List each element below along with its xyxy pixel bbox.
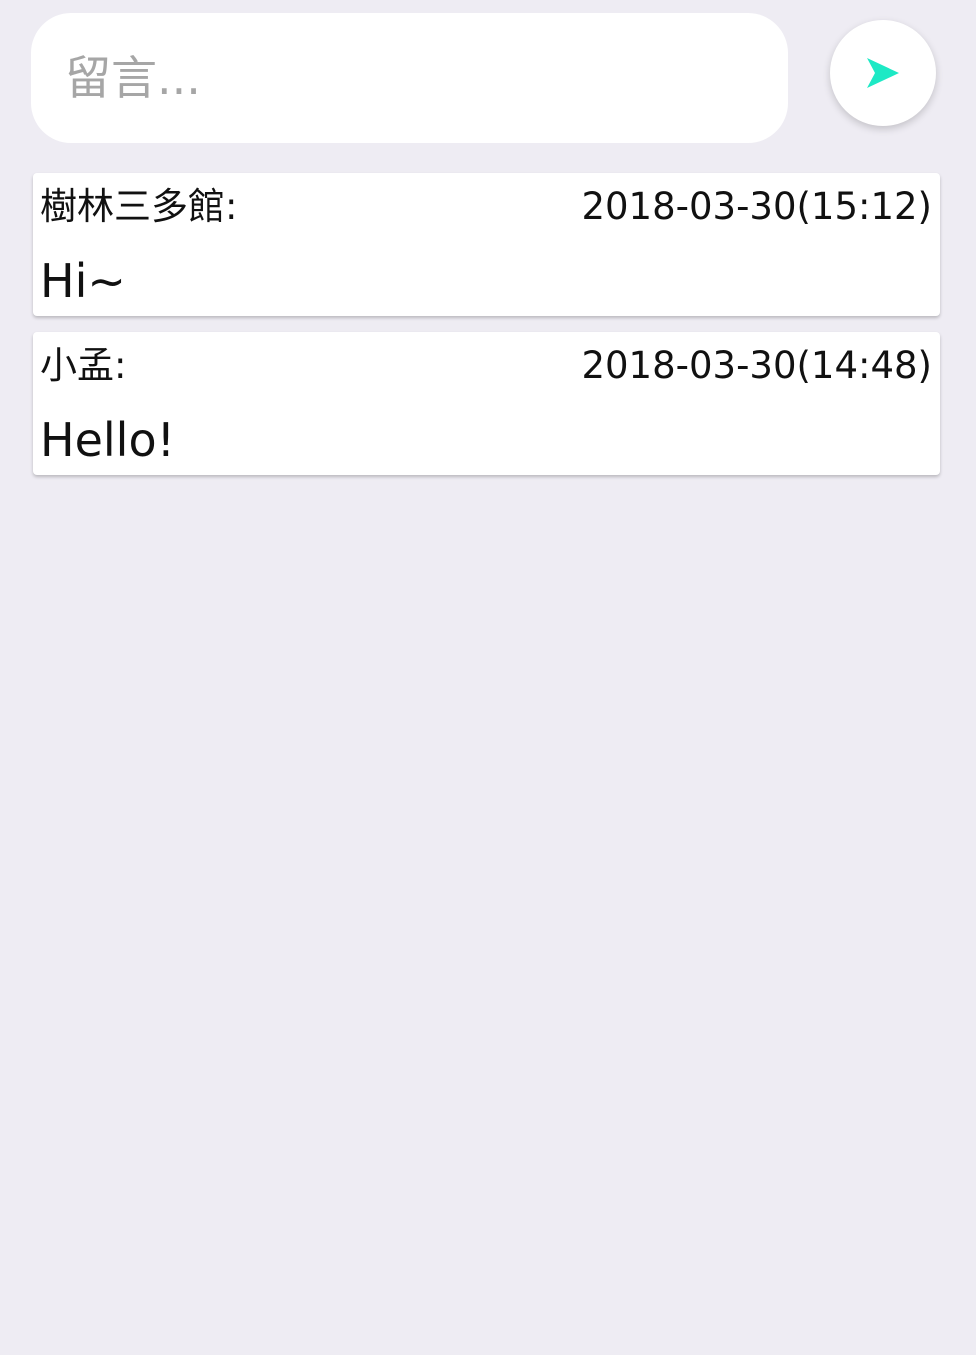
message-input[interactable] [31,13,788,143]
message-author: 小孟: [40,344,127,387]
message-card: 樹林三多館: 2018-03-30(15:12) Hi~ [33,173,940,316]
message-text: Hello! [40,413,176,467]
message-list: 樹林三多館: 2018-03-30(15:12) Hi~ 小孟: 2018-03… [33,173,940,491]
message-timestamp: 2018-03-30(15:12) [581,185,932,228]
message-author: 樹林三多館: [40,185,238,228]
message-card: 小孟: 2018-03-30(14:48) Hello! [33,332,940,475]
message-text: Hi~ [40,254,126,308]
send-arrow-icon [867,58,899,88]
message-timestamp: 2018-03-30(14:48) [581,344,932,387]
send-button[interactable] [830,20,936,126]
composer-bar [0,0,976,160]
